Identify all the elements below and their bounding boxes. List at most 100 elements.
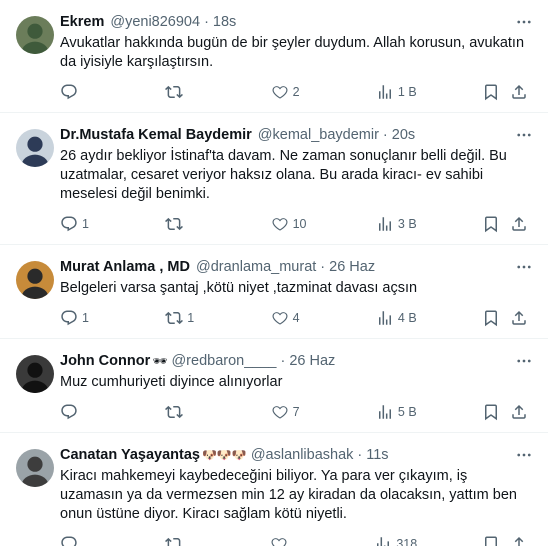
like-count: 7 <box>292 405 300 419</box>
retweet-button[interactable] <box>165 83 205 101</box>
display-name[interactable]: Canatan Yaşayantaş <box>60 447 200 463</box>
separator-dot: · <box>320 259 326 275</box>
timestamp[interactable]: 11s <box>366 447 388 463</box>
views-button[interactable]: 5 B <box>376 403 417 421</box>
retweet-button[interactable]: 1 <box>165 309 205 327</box>
more-options-icon[interactable] <box>514 353 534 369</box>
timestamp[interactable]: 26 Haz <box>289 353 335 369</box>
more-options-icon[interactable] <box>514 14 534 30</box>
separator-dot: · <box>357 447 363 463</box>
reply-button[interactable] <box>60 83 100 101</box>
action-bar: 318 <box>60 524 528 546</box>
like-button[interactable]: 10 <box>271 215 311 233</box>
views-chart-icon <box>377 537 390 546</box>
reply-button[interactable]: 1 <box>60 215 100 233</box>
avatar[interactable] <box>16 449 54 487</box>
tweet[interactable]: John Connor 🕶 @redbaron____ · 26 Haz Muz … <box>0 339 548 433</box>
reply-icon <box>61 216 77 232</box>
display-name[interactable]: Ekrem <box>60 14 104 30</box>
views-chart-icon <box>378 217 391 231</box>
name-emoji: 🕶 <box>152 354 168 368</box>
action-bar: 1 1 4 4 B <box>60 298 528 338</box>
action-bar: 2 1 B <box>60 72 528 112</box>
tweet-text: Muz cumhuriyeti diyince alınıyorlar <box>60 374 283 390</box>
retweet-button[interactable] <box>164 535 205 546</box>
tweet-header: Murat Anlama , MD @dranlama_murat · 26 H… <box>60 257 532 277</box>
views-count: 318 <box>396 537 418 546</box>
tweet[interactable]: Canatan Yaşayantaş 🐶🐶🐶 @aslanlibashak · 1… <box>0 433 548 546</box>
retweet-button[interactable] <box>165 215 205 233</box>
like-button[interactable] <box>270 535 310 546</box>
display-name[interactable]: John Connor <box>60 353 150 369</box>
heart-icon <box>272 218 288 231</box>
timestamp[interactable]: 26 Haz <box>329 259 375 275</box>
reply-button[interactable]: 1 <box>60 309 100 327</box>
user-handle[interactable]: @dranlama_murat <box>196 259 316 275</box>
reply-icon <box>61 536 77 546</box>
reply-count: 1 <box>82 217 89 231</box>
avatar[interactable] <box>16 261 54 299</box>
share-icon[interactable] <box>510 535 528 546</box>
tweet-text: Kiracı mahkemeyi kaybedeceğini biliyor. … <box>60 468 517 522</box>
retweet-icon <box>165 85 184 99</box>
display-name[interactable]: Dr.Mustafa Kemal Baydemir <box>60 127 252 143</box>
share-icon[interactable] <box>510 215 528 233</box>
reply-button[interactable] <box>60 535 100 546</box>
like-button[interactable]: 7 <box>271 403 311 421</box>
bookmark-icon[interactable] <box>482 403 500 421</box>
more-options-icon[interactable] <box>514 127 534 143</box>
tweet-header: Canatan Yaşayantaş 🐶🐶🐶 @aslanlibashak · 1… <box>60 445 532 465</box>
like-count: 4 <box>292 311 300 325</box>
tweet-feed: Ekrem @yeni826904 · 18s Avukatlar hakkın… <box>0 0 548 546</box>
share-icon[interactable] <box>510 309 528 327</box>
timestamp[interactable]: 18s <box>213 14 236 30</box>
action-bar: 7 5 B <box>60 392 528 432</box>
timestamp[interactable]: 20s <box>392 127 415 143</box>
reply-button[interactable] <box>60 403 100 421</box>
avatar[interactable] <box>16 355 54 393</box>
retweet-icon <box>165 217 184 231</box>
reply-count: 1 <box>82 311 89 325</box>
separator-dot: · <box>382 127 388 143</box>
tweet-header: Dr.Mustafa Kemal Baydemir @kemal_baydemi… <box>60 125 532 145</box>
more-options-icon[interactable] <box>514 259 534 275</box>
heart-icon <box>272 406 288 419</box>
bookmark-icon[interactable] <box>482 83 500 101</box>
like-button[interactable]: 4 <box>271 309 311 327</box>
share-icon[interactable] <box>510 403 528 421</box>
heart-icon <box>271 538 287 546</box>
reply-icon <box>61 404 77 420</box>
views-button[interactable]: 3 B <box>376 215 417 233</box>
tweet-header: John Connor 🕶 @redbaron____ · 26 Haz <box>60 351 532 371</box>
more-options-icon[interactable] <box>514 447 534 463</box>
user-handle[interactable]: @redbaron____ <box>171 353 276 369</box>
user-handle[interactable]: @kemal_baydemir <box>258 127 379 143</box>
like-count: 2 <box>292 85 300 99</box>
views-button[interactable]: 1 B <box>376 83 417 101</box>
tweet[interactable]: Dr.Mustafa Kemal Baydemir @kemal_baydemi… <box>0 113 548 245</box>
tweet[interactable]: Ekrem @yeni826904 · 18s Avukatlar hakkın… <box>0 0 548 113</box>
retweet-button[interactable] <box>165 403 205 421</box>
separator-dot: · <box>204 14 209 30</box>
like-button[interactable]: 2 <box>271 83 311 101</box>
user-handle[interactable]: @aslanlibashak <box>251 447 354 463</box>
avatar[interactable] <box>16 16 54 54</box>
bookmark-icon[interactable] <box>482 535 500 546</box>
tweet[interactable]: Murat Anlama , MD @dranlama_murat · 26 H… <box>0 245 548 339</box>
reply-icon <box>61 310 77 326</box>
avatar[interactable] <box>16 129 54 167</box>
retweet-icon <box>164 537 182 546</box>
views-button[interactable]: 4 B <box>376 309 417 327</box>
bookmark-icon[interactable] <box>482 309 500 327</box>
tweet-text: Avukatlar hakkında bugün de bir şeyler d… <box>60 35 525 70</box>
share-icon[interactable] <box>510 83 528 101</box>
action-bar: 1 10 3 B <box>60 204 528 244</box>
heart-icon <box>272 86 288 99</box>
display-name[interactable]: Murat Anlama , MD <box>60 259 190 275</box>
retweet-icon <box>165 311 184 325</box>
user-handle[interactable]: @yeni826904 <box>110 14 200 30</box>
views-button[interactable]: 318 <box>374 535 417 546</box>
bookmark-icon[interactable] <box>482 215 500 233</box>
reply-icon <box>61 84 77 100</box>
tweet-text: Belgeleri varsa şantaj ,kötü niyet ,tazm… <box>60 280 418 296</box>
